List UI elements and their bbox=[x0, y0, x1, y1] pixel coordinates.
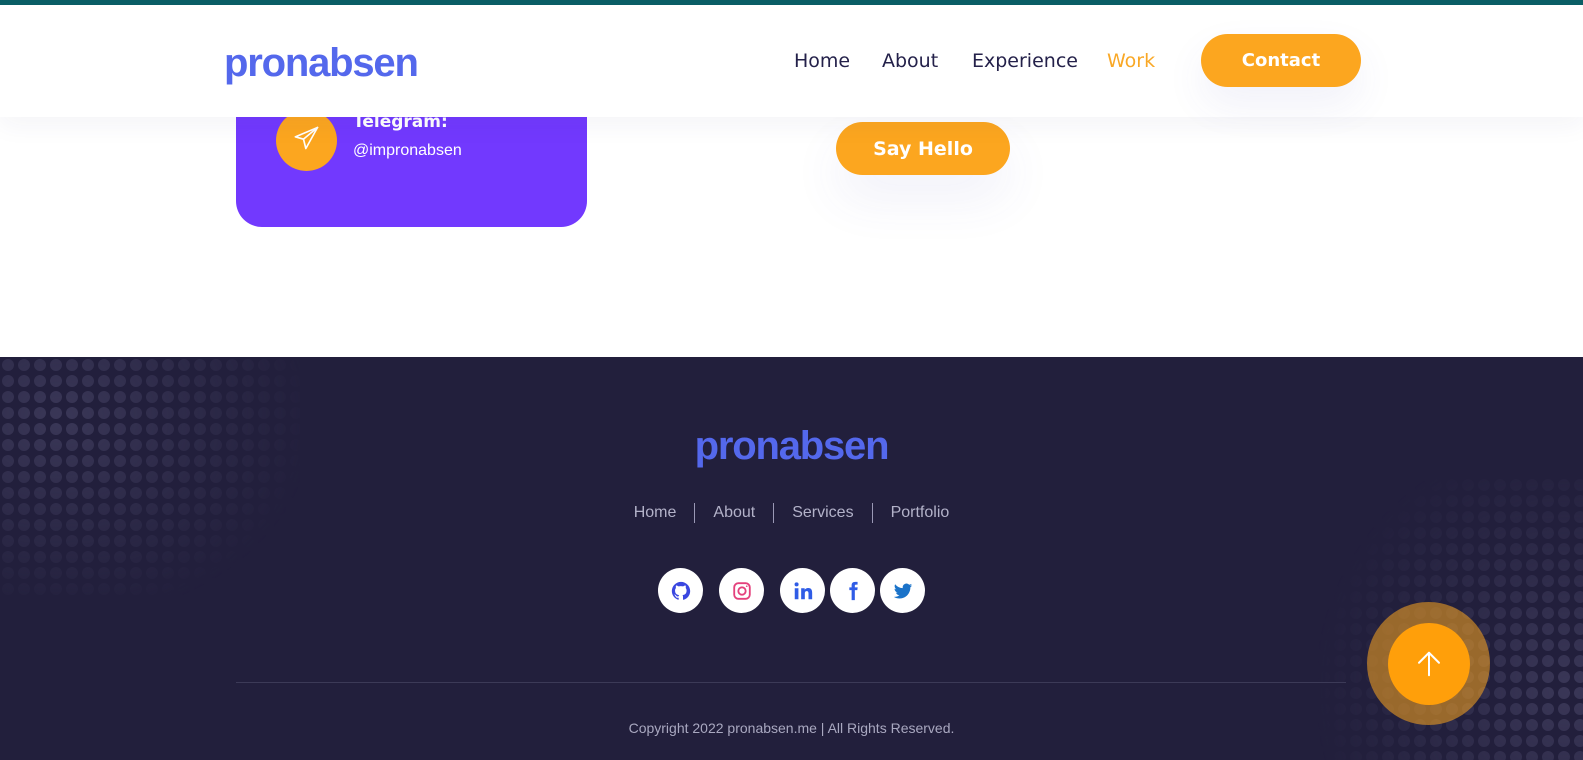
nav-about[interactable]: About bbox=[882, 49, 938, 73]
instagram-icon bbox=[732, 581, 751, 600]
instagram-link[interactable] bbox=[719, 568, 764, 613]
footer-link-portfolio[interactable]: Portfolio bbox=[873, 503, 968, 523]
dot-pattern-left bbox=[0, 357, 300, 597]
site-logo[interactable]: pronabsen bbox=[224, 39, 419, 87]
site-header: pronabsen Home About Experience Work Con… bbox=[0, 5, 1583, 117]
twitter-link[interactable] bbox=[880, 568, 925, 613]
nav-home[interactable]: Home bbox=[794, 49, 850, 73]
footer-divider-line bbox=[236, 682, 1346, 683]
facebook-link[interactable] bbox=[830, 568, 875, 613]
github-icon bbox=[671, 581, 690, 600]
github-link[interactable] bbox=[658, 568, 703, 613]
scroll-to-top-button[interactable] bbox=[1367, 602, 1490, 725]
copyright-text: Copyright 2022 pronabsen.me | All Rights… bbox=[628, 720, 955, 736]
footer-logo[interactable]: pronabsen bbox=[0, 422, 1583, 470]
linkedin-icon bbox=[794, 581, 812, 599]
paper-plane-icon bbox=[293, 124, 321, 157]
footer-link-home[interactable]: Home bbox=[616, 503, 695, 523]
say-hello-button[interactable]: Say Hello bbox=[836, 122, 1010, 175]
telegram-icon-circle bbox=[276, 110, 337, 171]
site-footer: pronabsen Home About Services Portfolio bbox=[0, 357, 1583, 760]
footer-nav: Home About Services Portfolio bbox=[0, 503, 1583, 523]
twitter-icon bbox=[893, 583, 912, 599]
telegram-handle[interactable]: @impronabsen bbox=[353, 141, 462, 161]
footer-link-services[interactable]: Services bbox=[774, 503, 871, 523]
arrow-up-icon bbox=[1417, 651, 1440, 676]
facebook-icon bbox=[848, 581, 858, 600]
nav-work[interactable]: Work bbox=[1107, 49, 1155, 73]
nav-experience[interactable]: Experience bbox=[972, 49, 1078, 73]
linkedin-link[interactable] bbox=[780, 568, 825, 613]
footer-link-about[interactable]: About bbox=[695, 503, 773, 523]
contact-button[interactable]: Contact bbox=[1201, 34, 1361, 87]
scroll-to-top-inner bbox=[1387, 622, 1470, 705]
